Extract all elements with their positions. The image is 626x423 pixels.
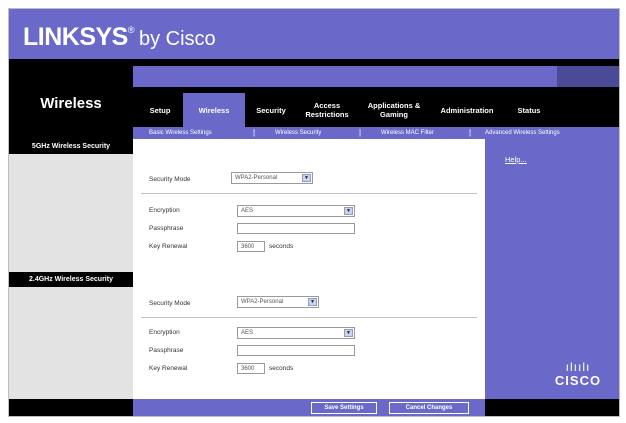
encryption-value-24g: AES (241, 330, 254, 336)
tab-security[interactable]: Security (247, 93, 295, 127)
security-mode-value-5g: WPA2-Personal (235, 175, 278, 181)
tab-access-restrictions[interactable]: Access Restrictions (297, 93, 357, 127)
help-link[interactable]: Help... (505, 155, 527, 164)
key-renewal-label-5g: Key Renewal (149, 243, 188, 250)
security-mode-select-24g[interactable]: WPA2-Personal ▼ (237, 296, 319, 308)
sub-navigation: Basic Wireless Settings | Wireless Secur… (133, 127, 619, 139)
key-renewal-unit-5g: seconds (269, 243, 294, 250)
registered-mark: ® (127, 25, 135, 35)
tab-applications-gaming[interactable]: Applications & Gaming (359, 93, 429, 127)
cancel-changes-button[interactable]: Cancel Changes (389, 402, 469, 414)
subnav-separator: | (469, 128, 472, 137)
key-renewal-field-5g[interactable]: 3600 (237, 241, 265, 252)
encryption-value-5g: AES (241, 208, 254, 214)
encryption-select-24g[interactable]: AES ▼ (237, 327, 355, 339)
security-mode-value-24g: WPA2-Personal (241, 299, 284, 305)
passphrase-label-5g: Passphrase (149, 225, 184, 232)
divider (141, 317, 477, 318)
left-column: 5GHz Wireless Security 2.4GHz Wireless S… (9, 139, 133, 399)
chevron-down-icon: ▼ (344, 329, 353, 337)
subnav-wireless-mac-filter[interactable]: Wireless MAC Filter (381, 127, 434, 139)
divider (141, 193, 477, 194)
heading-24ghz-wireless-security: 2.4GHz Wireless Security (9, 272, 133, 287)
main-tabs: Setup Wireless Security Access Restricti… (133, 93, 619, 127)
section-title: Wireless (40, 95, 102, 112)
chevron-down-icon: ▼ (308, 298, 317, 306)
left-band-5ghz (9, 154, 133, 272)
main-content: Security Mode WPA2-Personal ▼ Encryption… (133, 139, 485, 399)
help-panel: Help... (485, 139, 619, 399)
subnav-separator: | (359, 128, 362, 137)
subnav-separator: | (253, 128, 256, 137)
save-settings-button[interactable]: Save Settings (311, 402, 377, 414)
key-renewal-label-24g: Key Renewal (149, 365, 188, 372)
chevron-down-icon: ▼ (344, 207, 353, 215)
left-band-24ghz (9, 287, 133, 399)
linksys-logo: LINKSYS® by Cisco (23, 23, 216, 52)
passphrase-label-24g: Passphrase (149, 347, 184, 354)
screenshot-frame: LINKSYS® by Cisco Wireless Setup Wireles… (0, 0, 626, 423)
key-renewal-field-24g[interactable]: 3600 (237, 363, 265, 374)
logo-by-cisco: by Cisco (138, 28, 216, 50)
subnav-basic-wireless-settings[interactable]: Basic Wireless Settings (149, 127, 212, 139)
chevron-down-icon: ▼ (302, 174, 311, 182)
logo-text: LINKSYS (23, 23, 128, 51)
subnav-wireless-security[interactable]: Wireless Security (275, 127, 321, 139)
cisco-logo: ılıılı CISCO (539, 361, 617, 388)
encryption-label-24g: Encryption (149, 329, 180, 336)
cisco-bars-icon: ılıılı (565, 360, 591, 374)
security-mode-select-5g[interactable]: WPA2-Personal ▼ (231, 172, 313, 184)
tab-setup[interactable]: Setup (139, 93, 181, 127)
cisco-wordmark: CISCO (554, 373, 602, 388)
tab-administration[interactable]: Administration (429, 93, 505, 127)
heading-5ghz-wireless-security: 5GHz Wireless Security (9, 139, 133, 154)
tab-wireless[interactable]: Wireless (183, 93, 245, 127)
header-bar: LINKSYS® by Cisco (9, 9, 619, 59)
subnav-advanced-wireless-settings[interactable]: Advanced Wireless Settings (485, 127, 560, 139)
passphrase-field-24g[interactable] (237, 345, 355, 356)
router-admin-window: LINKSYS® by Cisco Wireless Setup Wireles… (8, 8, 620, 417)
key-renewal-unit-24g: seconds (269, 365, 294, 372)
security-mode-label-24g: Security Mode (149, 300, 191, 307)
encryption-select-5g[interactable]: AES ▼ (237, 205, 355, 217)
encryption-label-5g: Encryption (149, 207, 180, 214)
passphrase-field-5g[interactable] (237, 223, 355, 234)
tab-status[interactable]: Status (507, 93, 551, 127)
security-mode-label-5g: Security Mode (149, 176, 191, 183)
title-strip (133, 66, 619, 87)
title-strip-right (557, 66, 619, 87)
